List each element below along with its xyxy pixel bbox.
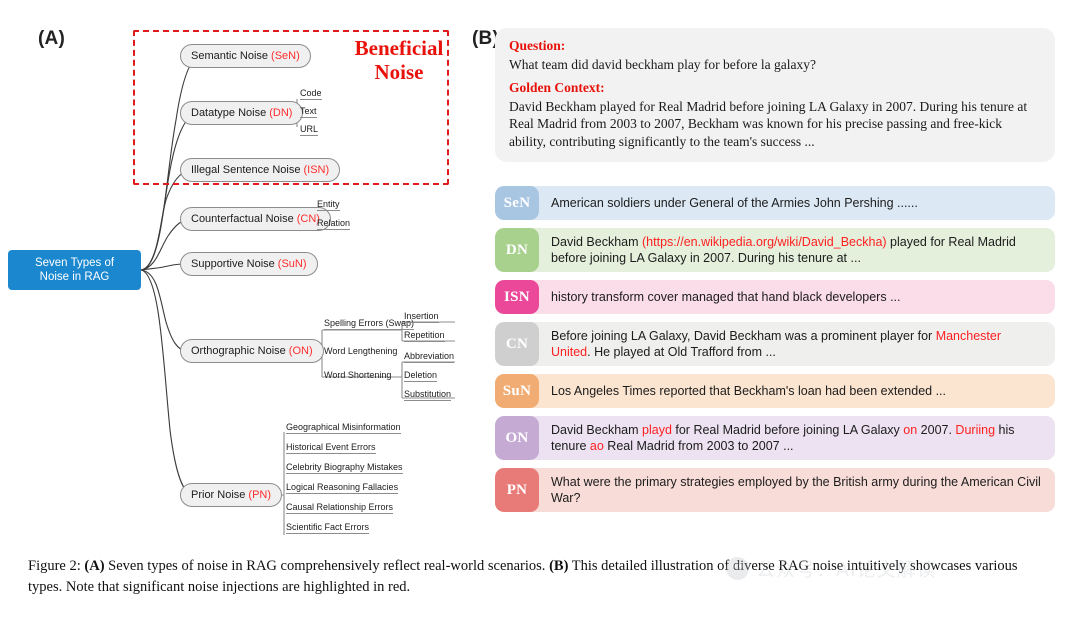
node-abbr: (SuN) [277,258,307,270]
noise-text-segment: David Beckham [551,423,643,437]
node-label: Datatype Noise [191,107,267,119]
noise-text-segment: history transform cover managed that han… [551,290,901,304]
panel-b-examples: (B) Question: What team did david beckha… [470,0,1080,548]
mindmap-node-semantic-noise[interactable]: Semantic Noise (SeN) [180,44,311,68]
node-abbr: (PN) [248,489,272,501]
noise-badge-dn: DN [495,228,539,272]
leaf-repetition: Repetition [404,330,445,342]
leaf-insertion: Insertion [404,311,439,323]
leaf-datatype-text: Text [300,106,317,118]
noise-example-list: SeN American soldiers under General of th… [495,186,1055,520]
mindmap-node-illegal-sentence-noise[interactable]: Illegal Sentence Noise (ISN) [180,158,341,182]
figure-caption: Figure 2: (A) Seven types of noise in RA… [28,556,1054,598]
noise-badge-isn: ISN [495,280,539,314]
question-label: Question: [509,38,566,53]
noise-injection-highlight: (https://en.wikipedia.org/wiki/David_Bec… [642,235,887,249]
leaf-celebrity-biography-mistakes: Celebrity Biography Mistakes [286,462,403,474]
question-context-box: Question: What team did david beckham pl… [495,28,1055,162]
caption-b-tag: (B) [549,558,569,574]
noise-row: ON David Beckham playd for Real Madrid be… [495,416,1055,460]
noise-injection-highlight: Duriing [955,423,996,437]
node-abbr: (ON) [288,345,313,357]
noise-text: history transform cover managed that han… [539,280,1055,314]
noise-text: Los Angeles Times reported that Beckham'… [539,374,1055,408]
node-abbr: (DN) [269,107,293,119]
noise-text-segment: Real Madrid from 2003 to 2007 ... [603,439,794,453]
leaf-datatype-url: URL [300,124,319,136]
leaf-historical-event-errors: Historical Event Errors [286,442,376,454]
noise-badge-cn: CN [495,322,539,366]
panel-a-mindmap: (A) Beneficial Noise Seven Types of Nois… [0,0,470,548]
noise-badge-pn: PN [495,468,539,512]
noise-text-segment: Before joining LA Galaxy, David Beckham … [551,329,936,343]
node-label: Counterfactual Noise [191,213,294,225]
mindmap-node-prior-noise[interactable]: Prior Noise (PN) [180,483,283,507]
noise-injection-highlight: ao [589,439,604,453]
mindmap-node-datatype-noise[interactable]: Datatype Noise (DN) [180,101,304,125]
noise-text-segment: David Beckham [551,235,643,249]
noise-row: ISN history transform cover managed that … [495,280,1055,314]
beneficial-noise-title: Beneficial Noise [354,36,444,84]
noise-row: SeN American soldiers under General of th… [495,186,1055,220]
mindmap-root-node[interactable]: Seven Types of Noise in RAG [8,250,141,290]
noise-text-segment: Los Angeles Times reported that Beckham'… [551,384,947,398]
mindmap-node-orthographic-noise[interactable]: Orthographic Noise (ON) [180,339,324,363]
noise-row: SuN Los Angeles Times reported that Beckh… [495,374,1055,408]
noise-badge-sen: SeN [495,186,539,220]
leaf-logical-reasoning-fallacies: Logical Reasoning Fallacies [286,482,399,494]
leaf-counterfactual-relation: Relation [317,218,351,230]
noise-row: CN Before joining LA Galaxy, David Beckha… [495,322,1055,366]
leaf-causal-relationship-errors: Causal Relationship Errors [286,502,394,514]
figure-2: (A) Beneficial Noise Seven Types of Nois… [0,0,1080,618]
noise-text: Before joining LA Galaxy, David Beckham … [539,322,1055,366]
noise-text: David Beckham playd for Real Madrid befo… [539,416,1055,460]
noise-text-segment: What were the primary strategies employe… [551,475,1041,505]
noise-text: American soldiers under General of the A… [539,186,1055,220]
leaf-datatype-code: Code [300,88,322,100]
noise-text: David Beckham (https://en.wikipedia.org/… [539,228,1055,272]
question-text: What team did david beckham play for bef… [509,57,816,72]
node-label: Illegal Sentence Noise [191,164,301,176]
noise-text-segment: for Real Madrid before joining LA Galaxy [671,423,904,437]
noise-text: What were the primary strategies employe… [539,468,1055,512]
noise-injection-highlight: playd [642,423,672,437]
node-label: Semantic Noise [191,50,269,62]
golden-context-text: David Beckham played for Real Madrid bef… [509,98,1028,149]
node-abbr: (SeN) [271,50,300,62]
leaf-counterfactual-entity: Entity [317,199,340,211]
leaf-word-lengthening: Word Lengthening [324,346,398,356]
leaf-abbreviation: Abbreviation [404,351,455,363]
mindmap-node-counterfactual-noise[interactable]: Counterfactual Noise (CN) [180,207,331,231]
node-abbr: (ISN) [303,164,330,176]
noise-badge-sun: SuN [495,374,539,408]
node-label: Supportive Noise [191,258,275,270]
leaf-scientific-fact-errors: Scientific Fact Errors [286,522,370,534]
node-label: Prior Noise [191,489,246,501]
caption-a-text: Seven types of noise in RAG comprehensiv… [104,558,550,574]
leaf-spelling-errors: Spelling Errors (Swap) [324,318,415,330]
caption-a-tag: (A) [84,558,105,574]
node-label: Orthographic Noise [191,345,286,357]
noise-row: PN What were the primary strategies emplo… [495,468,1055,512]
caption-prefix: Figure 2: [28,558,85,574]
golden-context-label: Golden Context: [509,79,605,95]
noise-text-segment: 2007. [917,423,956,437]
noise-injection-highlight: on [903,423,918,437]
leaf-deletion: Deletion [404,370,438,382]
noise-text-segment: American soldiers under General of the A… [551,196,918,210]
noise-text-segment: . He played at Old Trafford from ... [587,345,776,359]
leaf-word-shortening: Word Shortening [324,370,392,380]
noise-badge-on: ON [495,416,539,460]
mindmap-node-supportive-noise[interactable]: Supportive Noise (SuN) [180,252,318,276]
leaf-geographical-misinformation: Geographical Misinformation [286,422,401,434]
leaf-substitution: Substitution [404,389,452,401]
noise-row: DN David Beckham (https://en.wikipedia.or… [495,228,1055,272]
